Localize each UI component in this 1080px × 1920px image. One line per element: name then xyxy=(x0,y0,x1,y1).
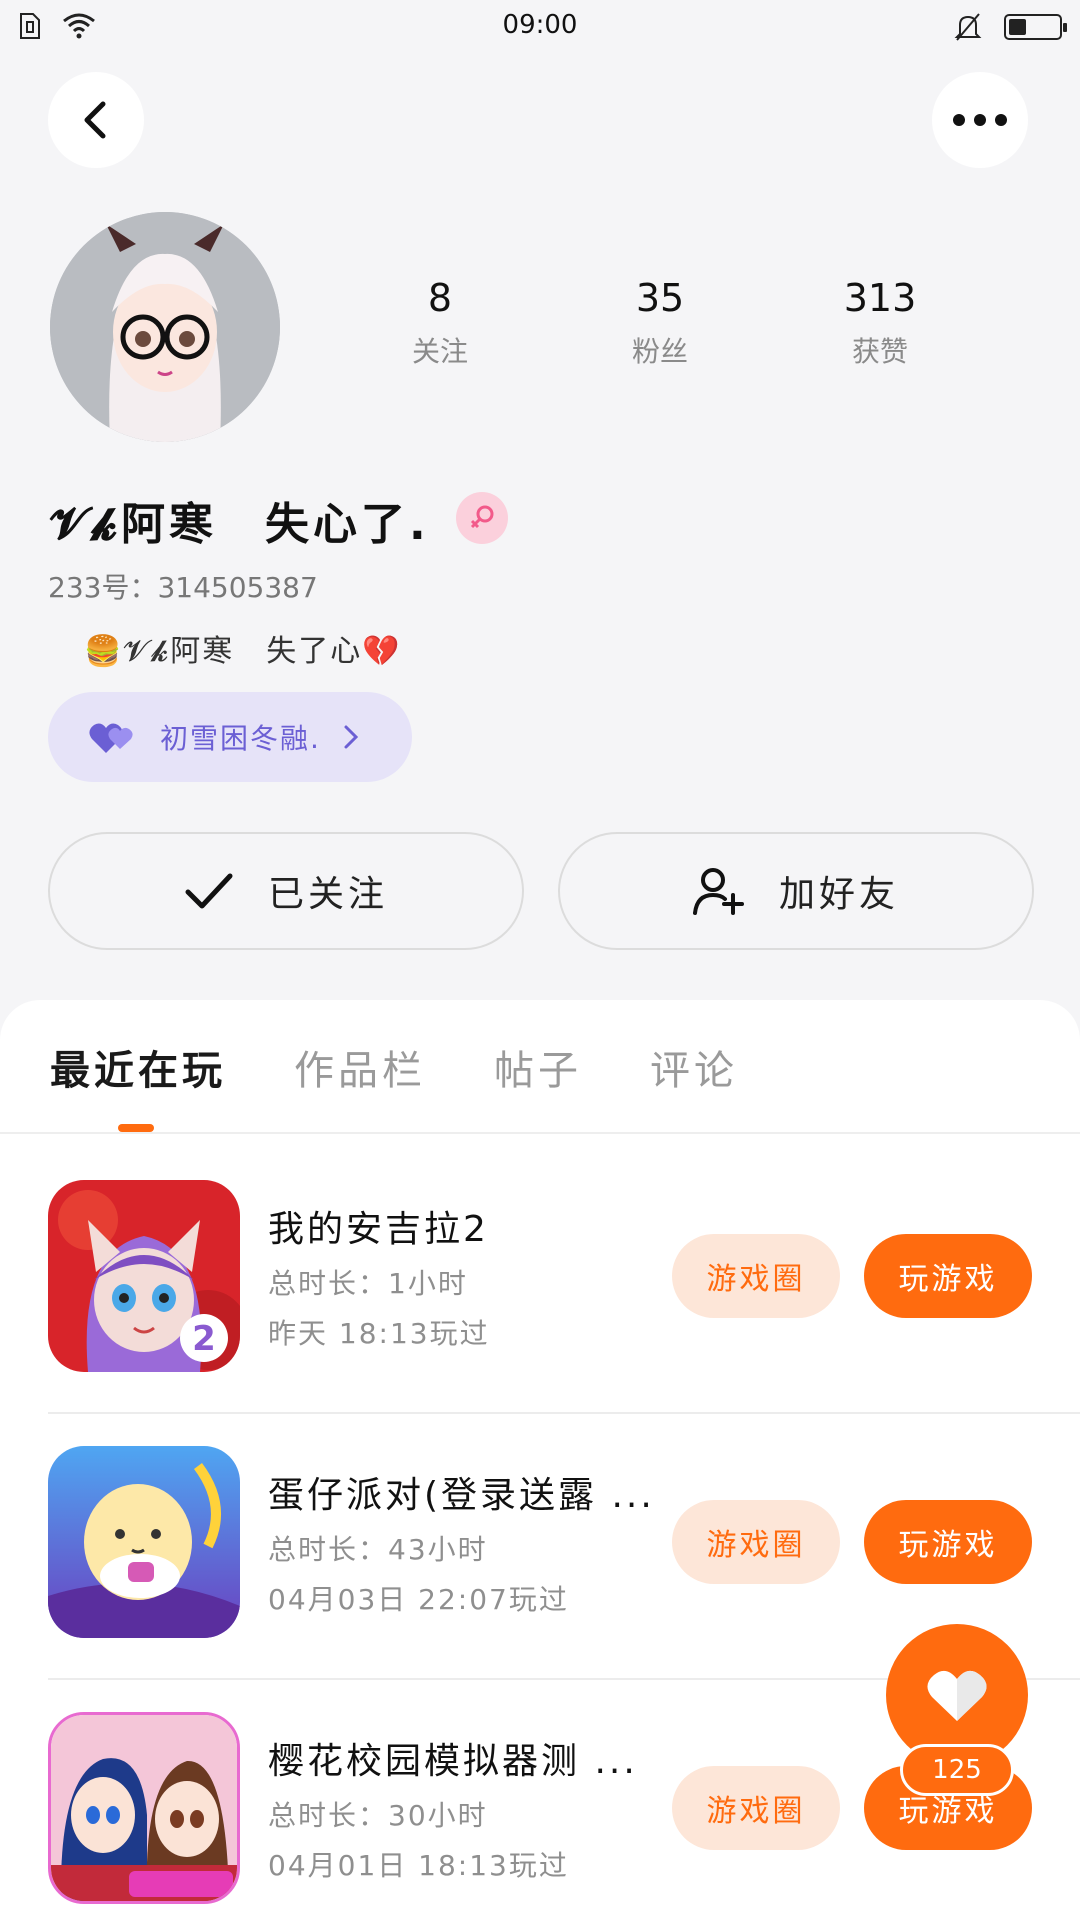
game-duration: 总时长：30小时 xyxy=(268,1799,488,1832)
battery-fill xyxy=(1009,19,1026,35)
game-circle-button[interactable]: 游戏圈 xyxy=(672,1500,840,1584)
tab-bar: 最近在玩 作品栏 帖子 评论 xyxy=(50,1038,738,1096)
stat-fans-count: 35 xyxy=(635,276,685,320)
status-time: 09:00 xyxy=(502,10,578,40)
check-icon xyxy=(185,873,233,909)
tab-posts[interactable]: 帖子 xyxy=(494,1038,582,1096)
tab-works[interactable]: 作品栏 xyxy=(294,1038,426,1096)
chevron-right-icon xyxy=(344,725,359,749)
stat-fans[interactable]: 35 粉丝 xyxy=(550,276,770,370)
game-last-played: 昨天 18:13玩过 xyxy=(268,1317,490,1350)
play-game-button[interactable]: 玩游戏 xyxy=(864,1500,1032,1584)
svg-text:2: 2 xyxy=(192,1319,216,1359)
status-bar: 09:00 xyxy=(0,0,1080,52)
avatar[interactable] xyxy=(50,212,280,442)
stat-likes-label: 获赞 xyxy=(851,335,908,368)
add-friend-button[interactable]: 加好友 xyxy=(558,832,1034,950)
tab-active-indicator xyxy=(118,1124,154,1132)
heart-icon xyxy=(927,1670,987,1721)
more-dots-icon xyxy=(953,114,1007,126)
add-user-icon xyxy=(692,868,744,915)
game-row[interactable]: 2 我的安吉拉2 总时长：1小时 昨天 18:13玩过 游戏圈 玩游戏 xyxy=(48,1180,1080,1446)
game-last-played: 04月03日 22:07玩过 xyxy=(268,1583,569,1616)
game-last-played: 04月01日 18:13玩过 xyxy=(268,1849,569,1882)
more-button[interactable] xyxy=(932,72,1028,168)
relationship-tag[interactable]: 初雪困冬融. xyxy=(48,692,412,782)
stat-following-count: 8 xyxy=(427,276,453,320)
relationship-tag-label: 初雪困冬融. xyxy=(160,722,321,755)
stat-likes[interactable]: 313 获赞 xyxy=(770,276,990,370)
mute-bell-icon xyxy=(954,13,982,41)
game-duration: 总时长：1小时 xyxy=(268,1267,468,1300)
row-divider xyxy=(48,1412,1080,1414)
game-circle-button[interactable]: 游戏圈 xyxy=(672,1766,840,1850)
like-count-badge: 125 xyxy=(900,1744,1014,1796)
user-id: 233号：314505387 xyxy=(48,571,318,604)
avatar-image xyxy=(50,212,280,442)
female-icon xyxy=(456,492,508,544)
stat-likes-count: 313 xyxy=(843,276,917,320)
game-title: 樱花校园模拟器测 ... xyxy=(268,1741,638,1782)
tab-comments[interactable]: 评论 xyxy=(650,1038,738,1096)
followed-button[interactable]: 已关注 xyxy=(48,832,524,950)
battery-icon xyxy=(1004,14,1067,40)
status-right xyxy=(954,12,1067,42)
game-icon-angela[interactable]: 2 xyxy=(48,1180,240,1372)
back-button[interactable] xyxy=(48,72,144,168)
game-title: 蛋仔派对(登录送露 ... xyxy=(268,1475,655,1516)
stat-fans-label: 粉丝 xyxy=(631,335,688,368)
tab-divider xyxy=(0,1132,1080,1134)
game-duration: 总时长：43小时 xyxy=(268,1533,488,1566)
game-icon-eggy-party[interactable] xyxy=(48,1446,240,1638)
tab-recent-played[interactable]: 最近在玩 xyxy=(50,1038,226,1096)
stat-following[interactable]: 8 关注 xyxy=(330,276,550,370)
chevron-left-icon xyxy=(84,101,106,139)
profile-stats: 8 关注 35 粉丝 313 获赞 xyxy=(330,276,990,370)
username: 𝓥𝓴阿寒 失心了. xyxy=(50,499,430,550)
game-icon-sakura-school[interactable] xyxy=(48,1712,240,1904)
game-title: 我的安吉拉2 xyxy=(268,1209,489,1250)
add-friend-button-label: 加好友 xyxy=(778,874,899,915)
play-game-button[interactable]: 玩游戏 xyxy=(864,1234,1032,1318)
stat-following-label: 关注 xyxy=(411,335,468,368)
followed-button-label: 已关注 xyxy=(267,874,388,915)
game-circle-button[interactable]: 游戏圈 xyxy=(672,1234,840,1318)
bio: 🍔𝓥𝓴阿寒 失了心💔 xyxy=(84,634,402,669)
heart-pair-icon xyxy=(89,723,133,753)
